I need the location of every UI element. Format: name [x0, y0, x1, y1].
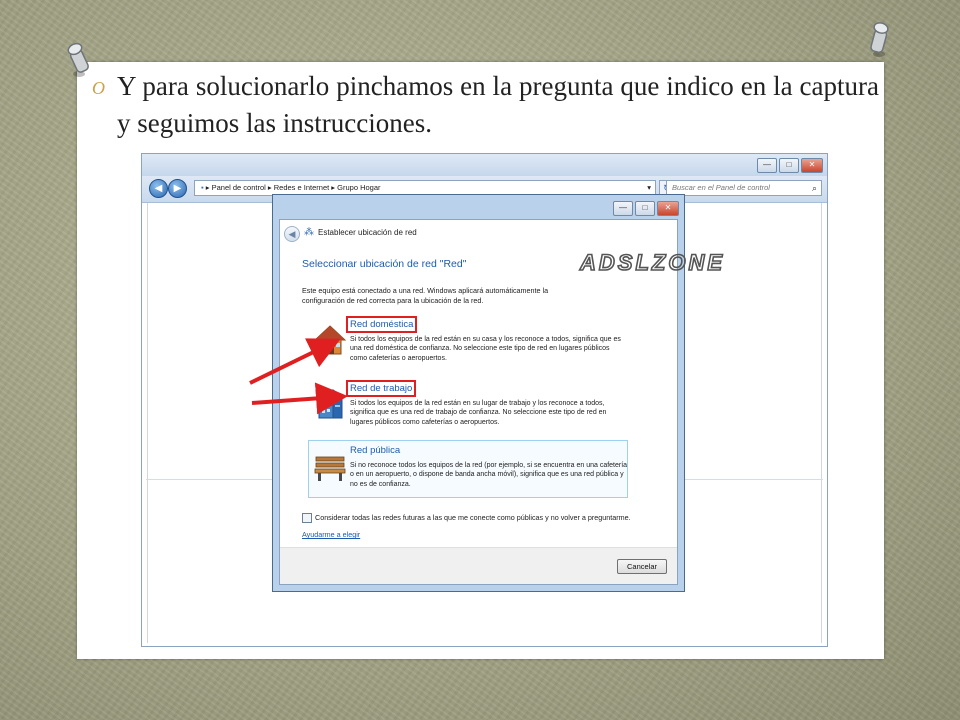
breadcrumb-item[interactable]: Redes e Internet [274, 183, 329, 192]
search-icon[interactable]: ⌕ [812, 181, 817, 195]
page-heading: Seleccionar ubicación de red "Red" [302, 258, 467, 270]
slide-text: Y para solucionarlo pinchamos en la preg… [117, 71, 879, 138]
option-title[interactable]: Red pública [348, 444, 402, 457]
pushpin-icon [67, 42, 89, 77]
back-arrow-icon[interactable]: ◀ [284, 226, 300, 242]
checkbox-label: Considerar todas las redes futuras a las… [315, 513, 631, 522]
breadcrumb-item[interactable]: Grupo Hogar [337, 183, 380, 192]
help-link[interactable]: Ayudarme a elegir [302, 530, 360, 539]
option-home-network[interactable]: Red doméstica Si todos los equipos de la… [308, 314, 628, 372]
option-title[interactable]: Red doméstica [345, 316, 418, 333]
dialog-title: Establecer ubicación de red [318, 228, 417, 237]
option-work-network[interactable]: Red de trabajo Si todos los equipos de l… [308, 378, 628, 436]
pushpin-icon [870, 22, 889, 57]
future-networks-checkbox[interactable]: Considerar todas las redes futuras a las… [302, 513, 631, 524]
dialog-titlebar: — □ ✕ [273, 195, 684, 219]
option-public-network[interactable]: Red pública Si no reconoce todos los equ… [308, 440, 628, 498]
cancel-button[interactable]: Cancelar [617, 559, 667, 574]
maximize-button[interactable]: □ [779, 158, 799, 173]
checkbox[interactable] [302, 513, 312, 524]
close-button[interactable]: ✕ [801, 158, 823, 173]
minimize-button[interactable]: — [757, 158, 777, 173]
chevron-down-icon[interactable]: ▾ [647, 181, 651, 195]
back-arrow-icon[interactable]: ◀ [149, 179, 168, 198]
close-button[interactable]: ✕ [657, 201, 679, 216]
dialog-header: ◀ ⁂ Establecer ubicación de red [280, 220, 677, 248]
folder-icon: ▪ [201, 183, 204, 192]
search-input[interactable]: Buscar en el Panel de control ⌕ [666, 180, 822, 196]
forward-arrow-icon[interactable]: ▶ [168, 179, 187, 198]
bullet-marker: O [92, 78, 105, 98]
option-title[interactable]: Red de trabajo [345, 380, 417, 397]
option-description: Si todos los equipos de la red están en … [350, 400, 607, 426]
dialog-footer: Cancelar [280, 547, 677, 584]
minimize-button[interactable]: — [613, 201, 633, 216]
house-icon [313, 325, 347, 355]
park-bench-icon [314, 456, 346, 481]
search-placeholder: Buscar en el Panel de control [672, 183, 770, 192]
breadcrumb-item[interactable]: Panel de control [212, 183, 266, 192]
office-building-icon [318, 389, 343, 419]
adslzone-logo: ADSLZONE [578, 249, 725, 276]
maximize-button[interactable]: □ [635, 201, 655, 216]
window-titlebar: — □ ✕ [142, 154, 827, 176]
option-description: Si todos los equipos de la red están en … [350, 336, 621, 362]
intro-text: Este equipo está conectado a una red. Wi… [302, 286, 549, 305]
option-description: Si no reconoce todos los equipos de la r… [350, 462, 628, 488]
svg-text:ADSLZONE: ADSLZONE [579, 250, 725, 275]
network-icon: ⁂ [304, 227, 314, 238]
